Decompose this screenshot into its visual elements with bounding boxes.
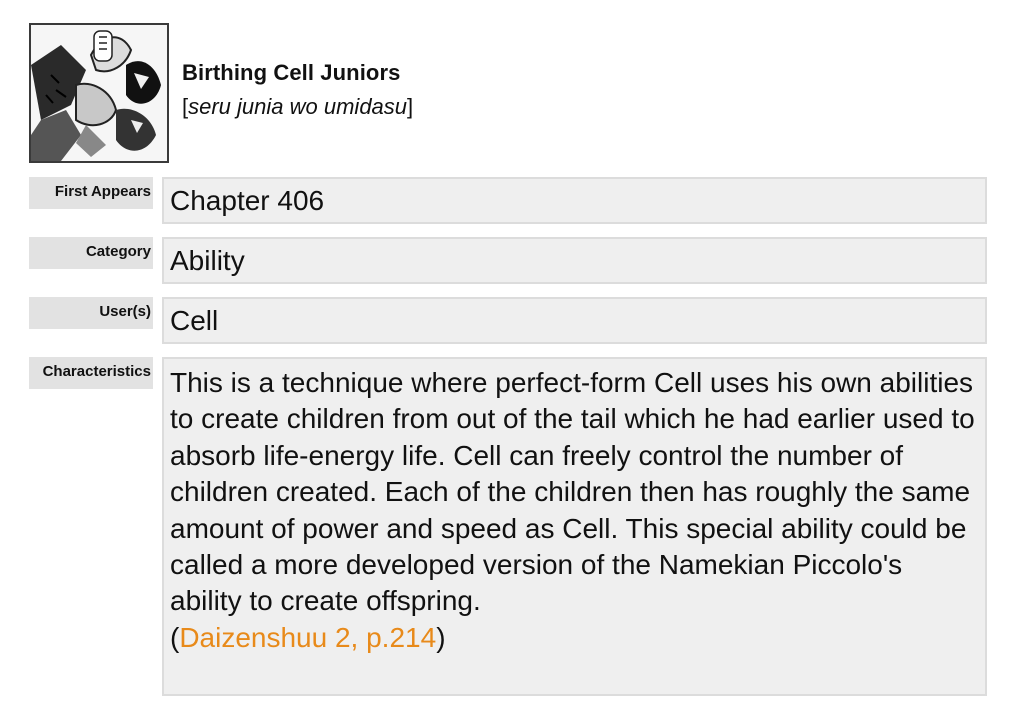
- characteristics-label: Characteristics: [29, 357, 153, 389]
- manga-panel-image: [29, 23, 169, 163]
- characteristics-value: This is a technique where perfect-form C…: [162, 357, 987, 696]
- source-paren-close: ): [436, 621, 446, 653]
- technique-header: Birthing Cell Juniors [seru junia wo umi…: [182, 58, 413, 122]
- first-appears-value: Chapter 406: [162, 177, 987, 224]
- users-label: User(s): [29, 297, 153, 329]
- category-value: Ability: [162, 237, 987, 284]
- users-value: Cell: [162, 297, 987, 344]
- romaji-bracket-close: ]: [407, 94, 414, 119]
- technique-romaji: [seru junia wo umidasu]: [182, 92, 413, 122]
- category-label: Category: [29, 237, 153, 269]
- technique-title: Birthing Cell Juniors: [182, 60, 401, 85]
- first-appears-label: First Appears: [29, 177, 153, 209]
- romaji-text: seru junia wo umidasu: [188, 94, 408, 119]
- characteristics-text: This is a technique where perfect-form C…: [170, 367, 975, 617]
- source-link[interactable]: Daizenshuu 2, p.214: [179, 622, 436, 653]
- source-paren-open: (: [170, 621, 180, 653]
